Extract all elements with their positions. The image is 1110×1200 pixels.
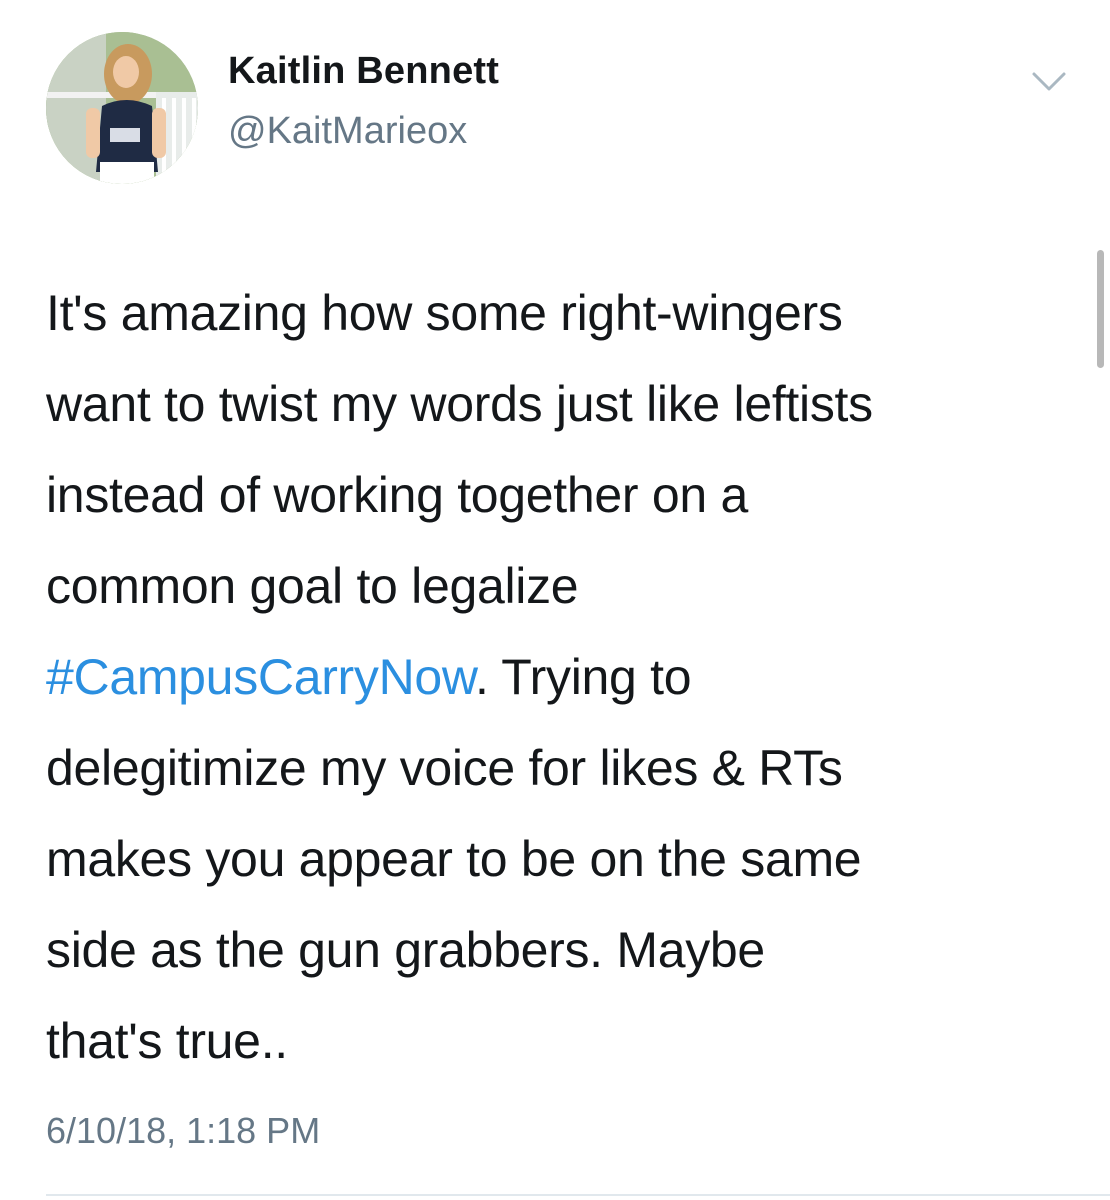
tweet-text-segment: delegitimize my voice for likes & RTs: [46, 740, 843, 796]
tweet-text-segment: makes you appear to be on the same: [46, 831, 862, 887]
tweet-timestamp[interactable]: 6/10/18, 1:18 PM: [46, 1110, 320, 1152]
tweet-card: Kaitlin Bennett @KaitMarieox It's amazin…: [0, 0, 1110, 1200]
tweet-text-segment: It's amazing how some right-wingers: [46, 285, 843, 341]
tweet-text-segment: common goal to legalize: [46, 558, 579, 614]
user-handle[interactable]: @KaitMarieox: [228, 110, 467, 153]
tweet-text-segment: that's true..: [46, 1013, 288, 1069]
hashtag-link[interactable]: #CampusCarryNow: [46, 649, 475, 705]
tweet-line: #CampusCarryNow. Trying to: [46, 632, 1076, 723]
tweet-text-segment: want to twist my words just like leftist…: [46, 376, 873, 432]
chevron-down-icon: [1032, 72, 1066, 91]
tweet-line: that's true..: [46, 996, 1076, 1087]
tweet-line: want to twist my words just like leftist…: [46, 359, 1076, 450]
tweet-text-segment: . Trying to: [474, 649, 692, 705]
scrollbar[interactable]: [1097, 250, 1104, 368]
profile-photo: [46, 32, 198, 184]
tweet-line: It's amazing how some right-wingers: [46, 268, 1076, 359]
avatar[interactable]: [46, 32, 198, 184]
tweet-text: It's amazing how some right-wingers want…: [46, 268, 1076, 1087]
tweet-text-segment: side as the gun grabbers. Maybe: [46, 922, 765, 978]
tweet-text-segment: instead of working together on a: [46, 467, 748, 523]
tweet-menu-button[interactable]: [1024, 62, 1074, 102]
tweet-line: common goal to legalize: [46, 541, 1076, 632]
tweet-line: delegitimize my voice for likes & RTs: [46, 723, 1076, 814]
divider: [46, 1194, 1110, 1196]
tweet-line: makes you appear to be on the same: [46, 814, 1076, 905]
tweet-line: side as the gun grabbers. Maybe: [46, 905, 1076, 996]
user-display-name[interactable]: Kaitlin Bennett: [228, 50, 499, 93]
tweet-line: instead of working together on a: [46, 450, 1076, 541]
